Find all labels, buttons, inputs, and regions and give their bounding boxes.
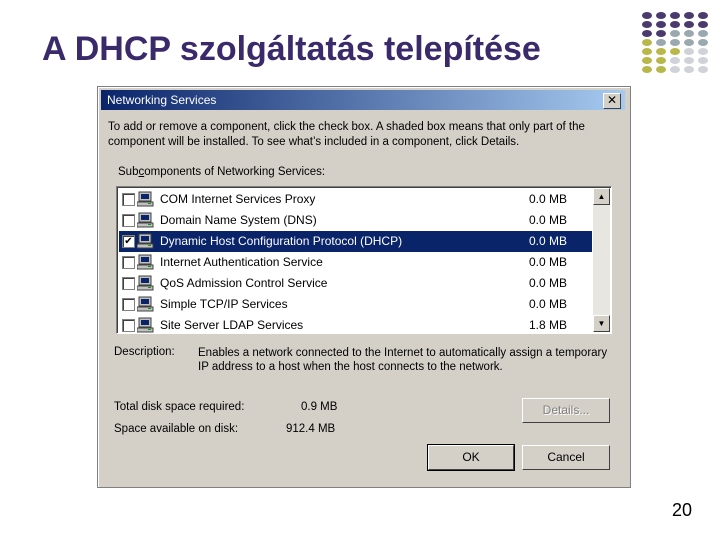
decorative-dot (656, 21, 666, 28)
component-checkbox[interactable] (122, 193, 135, 206)
component-checkbox[interactable] (122, 298, 135, 311)
decorative-dot (670, 57, 680, 64)
total-disk-value: 0.9 MB (301, 401, 338, 413)
list-item[interactable]: QoS Admission Control Service 0.0 MB (119, 273, 592, 294)
computer-icon (136, 296, 155, 313)
decorative-dot (698, 21, 708, 28)
decorative-dot (670, 30, 680, 37)
decorative-dot (684, 21, 694, 28)
dialog-titlebar[interactable]: Networking Services ✕ (101, 90, 625, 110)
component-checkbox[interactable]: ✔ (122, 235, 135, 248)
page-number: 20 (672, 500, 693, 520)
decorative-dot (656, 12, 666, 19)
subcomponents-label-rest: omponents of Networking Services: (144, 166, 326, 178)
details-button[interactable]: Details... (522, 398, 610, 423)
component-size: 0.0 MB (529, 213, 568, 227)
computer-icon (136, 254, 155, 271)
component-size: 0.0 MB (529, 255, 568, 269)
dialog-title: Networking Services (107, 93, 217, 107)
decorative-dot (656, 66, 666, 73)
component-name: Internet Authentication Service (160, 255, 323, 269)
networking-services-dialog: Networking Services ✕ To add or remove a… (97, 86, 631, 488)
component-name: Simple TCP/IP Services (160, 297, 288, 311)
list-item[interactable]: COM Internet Services Proxy 0.0 MB (119, 189, 592, 210)
description-text: Enables a network connected to the Inter… (198, 347, 608, 373)
decorative-dot (698, 48, 708, 55)
decorative-dot (684, 39, 694, 46)
computer-icon (136, 317, 155, 333)
component-size: 0.0 MB (529, 234, 568, 248)
subcomponents-label: Subcomponents of Networking Services: (118, 166, 325, 178)
component-checkbox[interactable] (122, 277, 135, 290)
decorative-dot (698, 57, 708, 64)
decorative-dot (670, 21, 680, 28)
components-list[interactable]: ▲ ▼ COM Internet Services Proxy 0.0 MB Dom… (116, 186, 612, 334)
decorative-dot (656, 30, 666, 37)
decorative-dot (698, 30, 708, 37)
component-size: 0.0 MB (529, 276, 568, 290)
decorative-dot (684, 12, 694, 19)
scroll-down-icon[interactable]: ▼ (593, 315, 610, 332)
component-checkbox[interactable] (122, 319, 135, 332)
decorative-dot (698, 66, 708, 73)
component-name: Domain Name System (DNS) (160, 213, 317, 227)
decorative-dot (670, 12, 680, 19)
computer-icon (136, 233, 155, 250)
description-label: Description: (114, 346, 175, 358)
component-name: Dynamic Host Configuration Protocol (DHC… (160, 234, 403, 248)
decorative-dot (698, 39, 708, 46)
decorative-dot (684, 57, 694, 64)
list-item[interactable]: Domain Name System (DNS) 0.0 MB (119, 210, 592, 231)
decorative-dot (684, 30, 694, 37)
decorative-dot (684, 48, 694, 55)
close-icon[interactable]: ✕ (603, 93, 621, 109)
cancel-button[interactable]: Cancel (522, 445, 610, 470)
checkmark-icon: ✔ (124, 236, 133, 247)
total-disk-label: Total disk space required: (114, 401, 245, 413)
decorative-dot (642, 30, 652, 37)
decorative-dot (642, 57, 652, 64)
list-item[interactable]: ✔ Dynamic Host Configuration Protocol (DH… (119, 231, 592, 252)
decorative-dot (642, 66, 652, 73)
decorative-dot (642, 48, 652, 55)
computer-icon (136, 275, 155, 292)
list-item[interactable]: Internet Authentication Service 0.0 MB (119, 252, 592, 273)
decorative-dot (698, 12, 708, 19)
component-name: QoS Admission Control Service (160, 276, 328, 290)
decorative-dot (642, 21, 652, 28)
space-available-label: Space available on disk: (114, 423, 239, 435)
details-button-label: Details... (542, 403, 590, 417)
computer-icon (136, 191, 155, 208)
decorative-dot (642, 39, 652, 46)
subcomponents-label-prefix: Sub (118, 166, 139, 178)
list-item[interactable]: Simple TCP/IP Services 0.0 MB (119, 294, 592, 315)
scroll-up-icon[interactable]: ▲ (593, 188, 610, 205)
decorative-dot (656, 39, 666, 46)
component-size: 1.8 MB (529, 318, 568, 332)
list-item[interactable]: Site Server LDAP Services 1.8 MB (119, 315, 592, 333)
component-checkbox[interactable] (122, 256, 135, 269)
decorative-dots (642, 12, 718, 78)
list-scrollbar[interactable]: ▲ ▼ (593, 188, 610, 332)
dialog-instructions: To add or remove a component, click the … (108, 121, 585, 148)
decorative-dot (656, 57, 666, 64)
decorative-dot (670, 66, 680, 73)
ok-button[interactable]: OK (427, 444, 515, 471)
component-name: Site Server LDAP Services (160, 318, 304, 332)
decorative-dot (670, 39, 680, 46)
space-available-value: 912.4 MB (286, 423, 336, 435)
component-size: 0.0 MB (529, 192, 568, 206)
decorative-dot (684, 66, 694, 73)
component-name: COM Internet Services Proxy (160, 192, 316, 206)
decorative-dot (642, 12, 652, 19)
decorative-dot (656, 48, 666, 55)
decorative-dot (670, 48, 680, 55)
slide-title: A DHCP szolgáltatás telepítése (42, 30, 541, 68)
computer-icon (136, 212, 155, 229)
component-checkbox[interactable] (122, 214, 135, 227)
component-size: 0.0 MB (529, 297, 568, 311)
